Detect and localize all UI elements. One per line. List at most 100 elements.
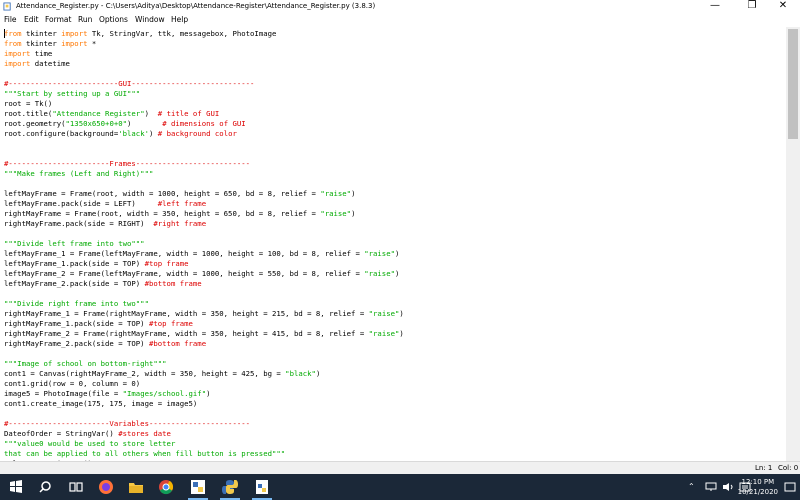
- python-icon: [222, 480, 238, 494]
- code-text: datetime: [30, 59, 70, 68]
- code-text: leftMayFrame.pack(side = LEFT): [4, 199, 158, 208]
- code-keyword: import: [4, 59, 31, 68]
- python-taskbar-item[interactable]: [220, 477, 240, 500]
- code-text: ): [395, 249, 400, 258]
- code-text: leftMayFrame_2.pack(side = TOP): [4, 279, 145, 288]
- code-line[interactable]: image5 = PhotoImage(file = "Images/schoo…: [4, 389, 211, 399]
- menu-help[interactable]: Help: [171, 13, 188, 27]
- code-line[interactable]: that can be applied to all others when f…: [4, 449, 285, 459]
- code-comment: #top frame: [148, 319, 193, 328]
- code-string: "raise": [364, 269, 395, 278]
- code-line[interactable]: rightMayFrame_1.pack(side = TOP) #top fr…: [4, 319, 193, 329]
- code-text: rightMayFrame_2 = Frame(rightMayFrame, w…: [4, 329, 369, 338]
- system-clock[interactable]: 12:10 PM 10/21/2020: [738, 477, 778, 497]
- menu-format[interactable]: Format: [45, 13, 71, 27]
- code-text: ): [395, 269, 400, 278]
- code-line[interactable]: import datetime: [4, 59, 70, 69]
- menu-options[interactable]: Options: [99, 13, 128, 27]
- code-line[interactable]: rightMayFrame_2 = Frame(rightMayFrame, w…: [4, 329, 404, 339]
- vertical-scrollbar[interactable]: [786, 27, 800, 461]
- file-explorer-icon[interactable]: [126, 477, 146, 497]
- code-string: "raise": [320, 189, 352, 198]
- code-line[interactable]: leftMayFrame = Frame(root, width = 1000,…: [4, 189, 355, 199]
- code-line[interactable]: root.geometry("1350x650+0+0") # dimensio…: [4, 119, 246, 129]
- code-line[interactable]: leftMayFrame_2 = Frame(leftMayFrame, wid…: [4, 269, 399, 279]
- code-string: """Divide right frame into two""": [4, 299, 149, 308]
- close-icon[interactable]: ✕: [766, 0, 800, 13]
- windows-start-icon[interactable]: [6, 477, 26, 497]
- minimize-icon[interactable]: —: [698, 0, 732, 13]
- menu-bar: File Edit Format Run Options Window Help: [0, 13, 800, 27]
- code-line[interactable]: rightMayFrame_2.pack(side = TOP) #bottom…: [4, 339, 206, 349]
- code-keyword: import: [4, 49, 31, 58]
- code-line[interactable]: """Divide left frame into two""": [4, 239, 145, 249]
- code-line[interactable]: leftMayFrame_1 = Frame(leftMayFrame, wid…: [4, 249, 399, 259]
- code-string: "1350x650+0+0": [65, 119, 128, 128]
- code-line[interactable]: rightMayFrame.pack(side = RIGHT) #right …: [4, 219, 206, 229]
- code-string: "Attendance Register": [52, 109, 145, 118]
- code-line[interactable]: """Make frames (Left and Right)""": [4, 169, 153, 179]
- code-line[interactable]: DateofOrder = StringVar() #stores date: [4, 429, 171, 439]
- code-text: rightMayFrame_1 = Frame(rightMayFrame, w…: [4, 309, 369, 318]
- menu-run[interactable]: Run: [78, 13, 92, 27]
- code-line[interactable]: rightMayFrame = Frame(root, width = 350,…: [4, 209, 355, 219]
- code-text: leftMayFrame_1.pack(side = TOP): [4, 259, 145, 268]
- code-line[interactable]: #-----------------------Variables-------…: [4, 419, 250, 429]
- code-line[interactable]: cont1 = Canvas(rightMayFrame_2, width = …: [4, 369, 320, 379]
- code-line[interactable]: from tkinter import Tk, StringVar, ttk, …: [4, 29, 276, 39]
- code-line[interactable]: rightMayFrame_1 = Frame(rightMayFrame, w…: [4, 309, 404, 319]
- code-text: DateofOrder = StringVar(): [4, 429, 119, 438]
- code-text: leftMayFrame_1 = Frame(leftMayFrame, wid…: [4, 249, 365, 258]
- maximize-icon[interactable]: ❐: [735, 0, 769, 13]
- code-comment: #bottom frame: [144, 279, 202, 288]
- code-line[interactable]: import time: [4, 49, 52, 59]
- scrollbar-thumb[interactable]: [788, 29, 798, 139]
- code-line[interactable]: leftMayFrame_1.pack(side = TOP) #top fra…: [4, 259, 189, 269]
- menu-window[interactable]: Window: [135, 13, 165, 27]
- code-line[interactable]: """value0 would be used to store letter: [4, 439, 175, 449]
- code-line[interactable]: leftMayFrame.pack(side = LEFT) #left fra…: [4, 199, 206, 209]
- chevron-up-icon[interactable]: ⌃: [688, 482, 695, 492]
- python-file-icon: [256, 480, 268, 494]
- code-text: cont1.grid(row = 0, column = 0): [4, 379, 141, 388]
- code-line[interactable]: root.title("Attendance Register") # titl…: [4, 109, 219, 119]
- code-text: rightMayFrame.pack(side = RIGHT): [4, 219, 154, 228]
- code-line[interactable]: cont1.create_image(175, 175, image = ima…: [4, 399, 197, 409]
- code-text: Tk, StringVar, ttk, messagebox, PhotoIma…: [87, 29, 277, 38]
- code-text: ): [144, 109, 158, 118]
- code-text: ): [315, 369, 321, 378]
- code-text: leftMayFrame = Frame(root, width = 1000,…: [4, 189, 321, 198]
- code-line[interactable]: root.configure(background='black') # bac…: [4, 129, 237, 139]
- code-line[interactable]: from tkinter import *: [4, 39, 96, 49]
- search-icon[interactable]: [36, 477, 56, 497]
- code-string: """Start by setting up a GUI""": [4, 89, 141, 98]
- menu-edit[interactable]: Edit: [24, 13, 39, 27]
- code-string: that can be applied to all others when f…: [4, 449, 286, 458]
- code-line[interactable]: cont1.grid(row = 0, column = 0): [4, 379, 140, 389]
- task-view-icon[interactable]: [66, 477, 86, 497]
- code-line[interactable]: """Start by setting up a GUI""": [4, 89, 140, 99]
- firefox-icon[interactable]: [96, 477, 116, 497]
- menu-file[interactable]: File: [4, 13, 17, 27]
- code-line[interactable]: leftMayFrame_2.pack(side = TOP) #bottom …: [4, 279, 202, 289]
- volume-icon[interactable]: [722, 482, 734, 492]
- code-line[interactable]: #-----------------------Frames----------…: [4, 159, 250, 169]
- code-text: tkinter: [21, 29, 62, 38]
- chrome-icon[interactable]: [156, 477, 176, 497]
- code-keyword: import: [61, 39, 88, 48]
- python-file-taskbar-item[interactable]: [252, 477, 272, 500]
- code-line[interactable]: """Image of school on bottom-right""": [4, 359, 167, 369]
- code-line[interactable]: """Divide right frame into two""": [4, 299, 149, 309]
- code-editor[interactable]: from tkinter import Tk, StringVar, ttk, …: [0, 27, 786, 461]
- status-bar: Ln: 1 Col: 0: [0, 461, 800, 475]
- code-comment: #stores date: [118, 429, 171, 438]
- window-title: Attendance_Register.py - C:\Users\Aditya…: [16, 2, 376, 10]
- code-line[interactable]: #-------------------------GUI-----------…: [4, 79, 254, 89]
- python-idle-taskbar-item[interactable]: [188, 477, 208, 500]
- network-icon[interactable]: [705, 482, 717, 492]
- code-string: "black": [285, 369, 316, 378]
- code-text: ): [399, 329, 404, 338]
- code-line[interactable]: root = Tk(): [4, 99, 52, 109]
- code-text: rightMayFrame = Frame(root, width = 350,…: [4, 209, 321, 218]
- notification-icon[interactable]: [784, 481, 796, 493]
